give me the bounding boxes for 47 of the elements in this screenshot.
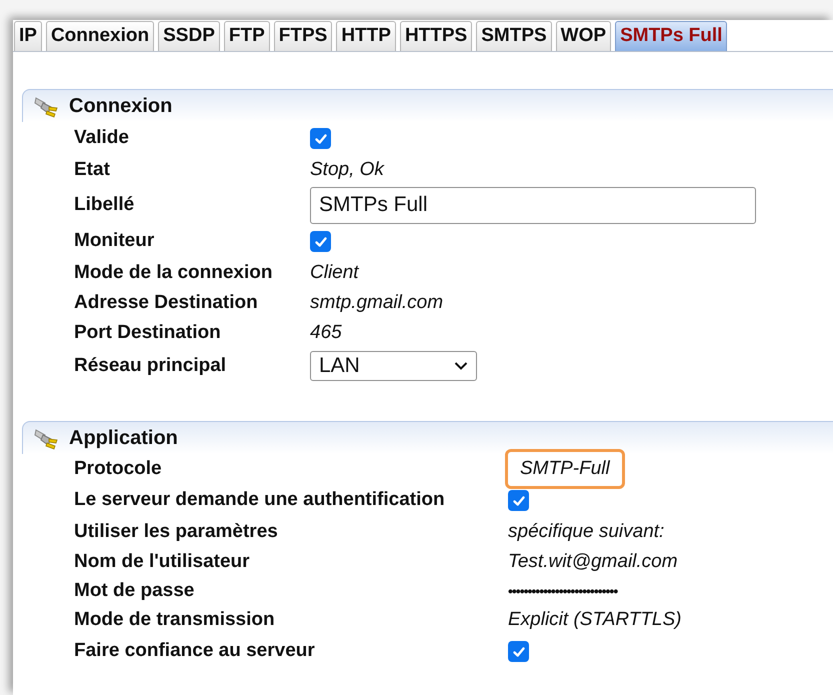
- checkmark-icon: [512, 494, 526, 508]
- field-label: Mode de transmission: [74, 608, 276, 632]
- password-value: ••••••••••••••••••••••••••••: [508, 582, 618, 600]
- field-label: Faire confiance au serveur: [74, 639, 316, 664]
- checkmark-icon: [512, 644, 526, 658]
- field-label: Valide: [74, 126, 130, 150]
- tab[interactable]: Connexion: [46, 21, 154, 51]
- tab[interactable]: SMTPS: [476, 21, 552, 51]
- field-label: Mode de la connexion: [74, 260, 274, 285]
- field-value: spécifique suivant:: [508, 520, 664, 544]
- field-label: Etat: [74, 158, 111, 182]
- section-title: Connexion: [69, 94, 172, 119]
- tab[interactable]: SMTPs Full: [615, 21, 728, 51]
- tab[interactable]: IP: [14, 21, 42, 51]
- field-label: Moniteur: [74, 229, 156, 254]
- field-value: smtp.gmail.com: [310, 290, 444, 315]
- checkbox[interactable]: [508, 490, 529, 511]
- field-label: Protocole: [74, 456, 163, 481]
- field-label: Nom de l'utilisateur: [74, 550, 251, 574]
- checkbox[interactable]: [310, 231, 331, 252]
- field-label: Utiliser les paramètres: [74, 520, 279, 544]
- field-label: Le serveur demande une authentification: [74, 488, 446, 512]
- tab[interactable]: FTPS: [274, 21, 332, 51]
- highlighted-value: SMTP-Full: [505, 448, 625, 490]
- field-value: Client: [310, 260, 359, 285]
- tab[interactable]: WOP: [556, 21, 612, 51]
- tab[interactable]: FTP: [224, 21, 270, 51]
- field-value: Explicit (STARTTLS): [508, 608, 682, 632]
- field-label: Adresse Destination: [74, 290, 259, 315]
- checkmark-icon: [314, 132, 328, 146]
- text-field[interactable]: SMTPs Full: [310, 186, 756, 224]
- checkmark-icon: [314, 234, 328, 248]
- field-value: 465: [310, 320, 342, 345]
- checkbox[interactable]: [508, 641, 529, 662]
- chevron-down-icon: [454, 361, 468, 371]
- section-title: Application: [69, 426, 178, 451]
- tab[interactable]: HTTPS: [400, 21, 472, 51]
- checkbox[interactable]: [310, 128, 331, 149]
- field-label: Réseau principal: [74, 354, 228, 378]
- field-label: Mot de passe: [74, 578, 196, 603]
- tab[interactable]: SSDP: [158, 21, 220, 51]
- field-label: Libellé: [74, 192, 136, 217]
- tab[interactable]: HTTP: [336, 21, 396, 51]
- field-label: Port Destination: [74, 320, 222, 345]
- field-value: Stop, Ok: [310, 158, 384, 182]
- dropdown[interactable]: LAN: [310, 351, 477, 381]
- field-value: Test.wit@gmail.com: [508, 550, 678, 574]
